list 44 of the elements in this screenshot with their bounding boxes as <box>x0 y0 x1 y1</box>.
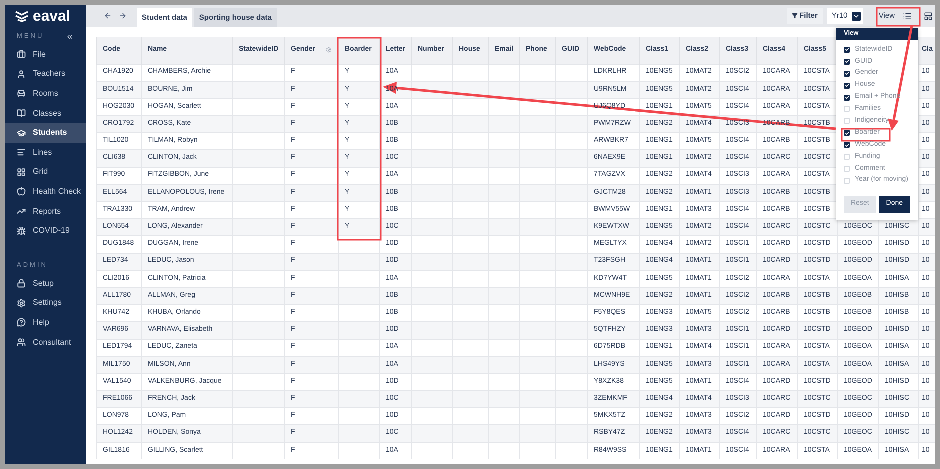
checkbox[interactable] <box>844 118 850 124</box>
logo-text: eaval <box>33 8 71 24</box>
collapse-icon[interactable] <box>66 33 74 41</box>
sidebar-item[interactable]: File <box>5 45 86 65</box>
highlight-frame <box>876 7 921 27</box>
person-icon <box>17 70 26 79</box>
graduation-cap-icon <box>17 128 26 138</box>
back-arrow-icon[interactable] <box>104 12 112 20</box>
checkbox[interactable] <box>844 166 850 172</box>
grid-icon <box>17 168 26 177</box>
list-icon <box>903 12 912 20</box>
sidebar-item[interactable]: Consultant <box>5 332 86 352</box>
highlight-frame <box>841 128 891 142</box>
book-icon <box>17 109 26 118</box>
sidebar-item[interactable]: Reports <box>5 202 86 222</box>
sidebar-item[interactable]: Help <box>5 313 86 333</box>
forward-arrow-icon[interactable] <box>119 12 127 20</box>
sidebar-item[interactable]: Teachers <box>5 64 86 84</box>
lock-icon <box>17 279 26 288</box>
sidebar-item[interactable]: Classes <box>5 104 86 124</box>
apple-icon <box>17 187 26 196</box>
checkbox[interactable] <box>844 106 850 112</box>
trend-icon <box>17 207 26 216</box>
layout-icon[interactable] <box>924 12 933 20</box>
users-icon <box>17 338 26 348</box>
funnel-icon <box>792 13 798 19</box>
sidebar-item[interactable]: Lines <box>5 142 86 163</box>
sidebar-item[interactable]: Settings <box>5 294 86 314</box>
sidebar-item[interactable]: Grid <box>5 162 86 182</box>
sidebar-item[interactable]: Health Check <box>5 182 86 202</box>
checkbox[interactable] <box>844 178 850 184</box>
chair-icon <box>17 89 26 98</box>
sidebar-item[interactable]: Rooms <box>5 84 86 104</box>
help-icon <box>17 318 26 328</box>
caret-icon <box>852 12 861 20</box>
sidebar-item[interactable]: Setup <box>5 274 86 294</box>
sidebar-item[interactable]: Students <box>5 123 86 143</box>
logo-icon <box>15 10 29 22</box>
settings-icon <box>17 298 26 308</box>
lines-icon <box>17 148 26 158</box>
checkbox[interactable] <box>844 154 850 160</box>
sidebar-item[interactable]: COVID-19 <box>5 221 86 241</box>
briefcase-icon <box>17 50 26 60</box>
virus-icon <box>17 226 26 236</box>
